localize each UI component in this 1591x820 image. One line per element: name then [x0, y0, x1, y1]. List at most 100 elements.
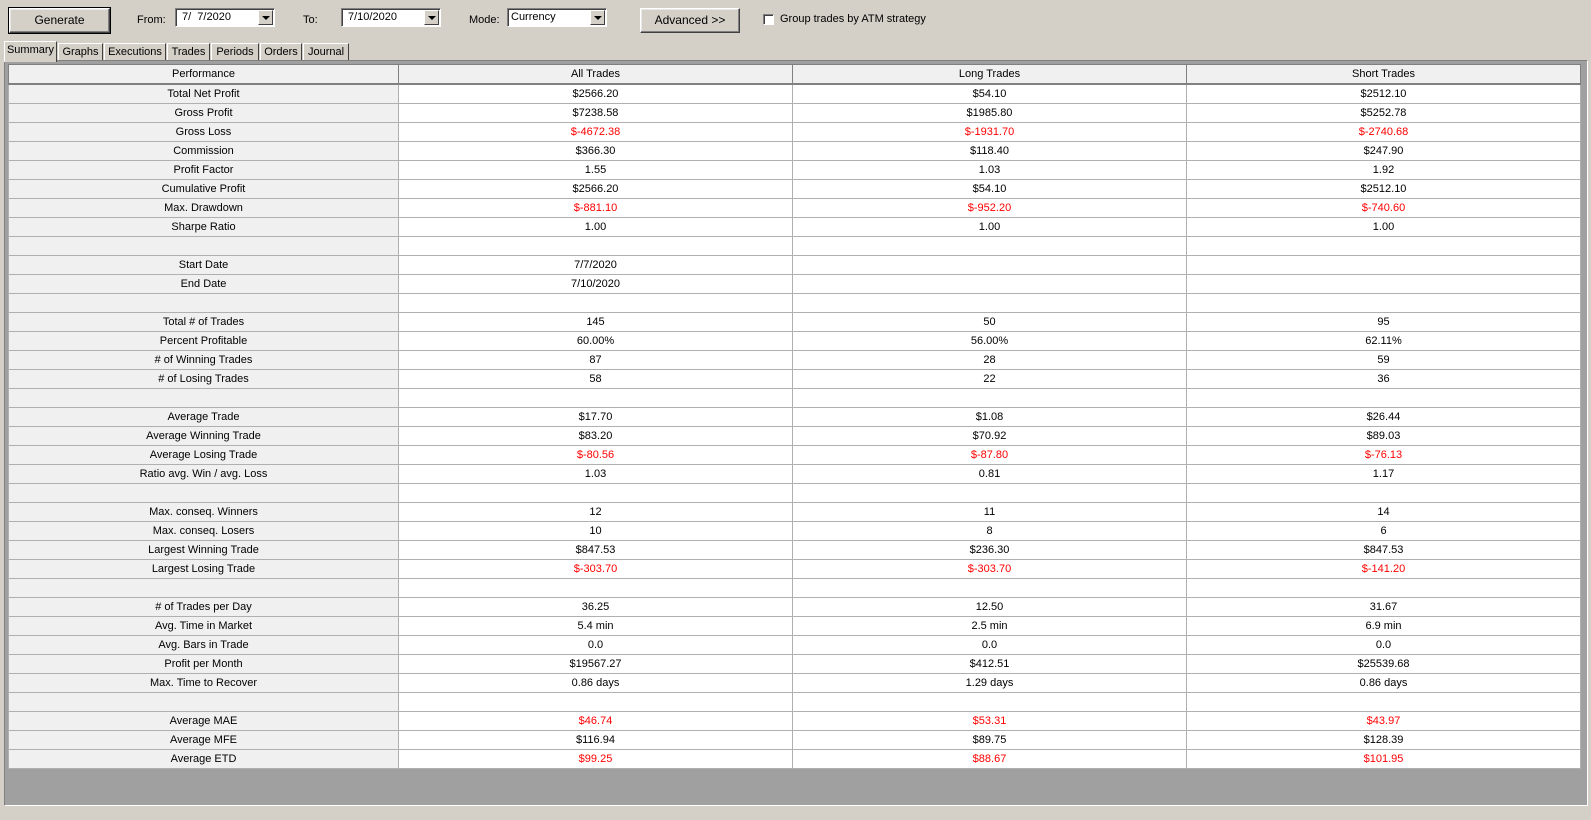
tab-periods[interactable]: Periods — [211, 43, 259, 61]
column-header-all-trades[interactable]: All Trades — [398, 64, 793, 85]
all-trades-cell — [398, 692, 793, 712]
tab-trades[interactable]: Trades — [167, 43, 210, 61]
long-trades-cell: 8 — [792, 521, 1187, 541]
long-trades-cell — [792, 274, 1187, 294]
to-date-picker[interactable]: 7/10/2020 — [341, 8, 441, 27]
short-trades-cell: $128.39 — [1186, 730, 1581, 750]
all-trades-cell: $83.20 — [398, 426, 793, 446]
long-trades-cell: $1985.80 — [792, 103, 1187, 123]
short-trades-cell: $26.44 — [1186, 407, 1581, 427]
row-label — [8, 388, 399, 408]
all-trades-cell: 10 — [398, 521, 793, 541]
to-dropdown-arrow-icon[interactable] — [424, 10, 439, 25]
long-trades-cell: $412.51 — [792, 654, 1187, 674]
table-row: Max. Time to Recover 0.86 days 1.29 days 0.… — [8, 673, 1581, 693]
table-body: Total Net Profit $2566.20 $54.10 $2512.10 Gr… — [8, 83, 1581, 769]
from-dropdown-arrow-icon[interactable] — [258, 10, 273, 25]
tab-journal[interactable]: Journal — [303, 43, 349, 61]
all-trades-cell: 0.0 — [398, 635, 793, 655]
table-row — [8, 578, 1581, 598]
row-label: # of Winning Trades — [8, 350, 399, 370]
short-trades-cell: $101.95 — [1186, 749, 1581, 769]
table-row: # of Losing Trades 58 22 36 — [8, 369, 1581, 389]
row-label: Largest Winning Trade — [8, 540, 399, 560]
short-trades-cell: 1.00 — [1186, 217, 1581, 237]
row-label: Max. conseq. Losers — [8, 521, 399, 541]
short-trades-cell: 31.67 — [1186, 597, 1581, 617]
short-trades-cell: $247.90 — [1186, 141, 1581, 161]
column-header-performance[interactable]: Performance — [8, 64, 399, 85]
long-trades-cell — [792, 692, 1187, 712]
long-trades-cell: $54.10 — [792, 83, 1187, 104]
tab-executions[interactable]: Executions — [104, 43, 166, 61]
row-label: Average MAE — [8, 711, 399, 731]
table-row: Cumulative Profit $2566.20 $54.10 $2512.10 — [8, 179, 1581, 199]
short-trades-cell: $847.53 — [1186, 540, 1581, 560]
from-date-picker[interactable]: 7/ 7/2020 — [175, 8, 275, 27]
row-label: Max. Drawdown — [8, 198, 399, 218]
row-label: Max. conseq. Winners — [8, 502, 399, 522]
tab-orders[interactable]: Orders — [260, 43, 302, 61]
all-trades-cell: 58 — [398, 369, 793, 389]
row-label: Gross Profit — [8, 103, 399, 123]
short-trades-cell: 36 — [1186, 369, 1581, 389]
short-trades-cell — [1186, 692, 1581, 712]
row-label — [8, 236, 399, 256]
column-header-long-trades[interactable]: Long Trades — [792, 64, 1187, 85]
tab-graphs[interactable]: Graphs — [58, 43, 103, 61]
short-trades-cell: 0.0 — [1186, 635, 1581, 655]
to-label: To: — [303, 14, 318, 26]
row-label — [8, 578, 399, 598]
row-label: Gross Loss — [8, 122, 399, 142]
long-trades-cell: $-303.70 — [792, 559, 1187, 579]
mode-select[interactable]: Currency — [507, 8, 607, 27]
row-label: Ratio avg. Win / avg. Loss — [8, 464, 399, 484]
long-trades-cell: 22 — [792, 369, 1187, 389]
mode-dropdown-arrow-icon[interactable] — [590, 10, 605, 25]
long-trades-cell: $53.31 — [792, 711, 1187, 731]
short-trades-cell — [1186, 236, 1581, 256]
table-row: # of Winning Trades 87 28 59 — [8, 350, 1581, 370]
row-label: Avg. Bars in Trade — [8, 635, 399, 655]
table-row: Total Net Profit $2566.20 $54.10 $2512.10 — [8, 83, 1581, 104]
performance-table: Performance All Trades Long Trades Short… — [8, 64, 1581, 769]
all-trades-cell: $116.94 — [398, 730, 793, 750]
advanced-button[interactable]: Advanced >> — [640, 8, 740, 33]
long-trades-cell: 56.00% — [792, 331, 1187, 351]
row-label: Start Date — [8, 255, 399, 275]
long-trades-cell: 28 — [792, 350, 1187, 370]
short-trades-cell: 1.17 — [1186, 464, 1581, 484]
short-trades-cell: $2512.10 — [1186, 179, 1581, 199]
row-label: Average MFE — [8, 730, 399, 750]
long-trades-cell — [792, 236, 1187, 256]
to-date-value: 7/10/2020 — [348, 11, 397, 23]
tab-summary[interactable]: Summary — [4, 41, 57, 62]
all-trades-cell: 0.86 days — [398, 673, 793, 693]
all-trades-cell: $17.70 — [398, 407, 793, 427]
long-trades-cell — [792, 388, 1187, 408]
all-trades-cell: 7/7/2020 — [398, 255, 793, 275]
long-trades-cell: 2.5 min — [792, 616, 1187, 636]
all-trades-cell: $46.74 — [398, 711, 793, 731]
all-trades-cell — [398, 293, 793, 313]
generate-button[interactable]: Generate — [8, 7, 111, 34]
row-label: Profit Factor — [8, 160, 399, 180]
group-trades-checkbox[interactable] — [763, 14, 774, 25]
short-trades-cell: $-2740.68 — [1186, 122, 1581, 142]
row-label: Percent Profitable — [8, 331, 399, 351]
all-trades-cell: $-881.10 — [398, 198, 793, 218]
all-trades-cell: $2566.20 — [398, 179, 793, 199]
all-trades-cell: 1.03 — [398, 464, 793, 484]
short-trades-cell: $5252.78 — [1186, 103, 1581, 123]
long-trades-cell — [792, 578, 1187, 598]
column-header-short-trades[interactable]: Short Trades — [1186, 64, 1581, 85]
all-trades-cell — [398, 578, 793, 598]
short-trades-cell: $25539.68 — [1186, 654, 1581, 674]
row-label: Average ETD — [8, 749, 399, 769]
long-trades-cell: $-952.20 — [792, 198, 1187, 218]
table-row: Commission $366.30 $118.40 $247.90 — [8, 141, 1581, 161]
table-row: Profit Factor 1.55 1.03 1.92 — [8, 160, 1581, 180]
group-trades-label[interactable]: Group trades by ATM strategy — [780, 13, 926, 25]
all-trades-cell — [398, 236, 793, 256]
table-row: Max. Drawdown $-881.10 $-952.20 $-740.60 — [8, 198, 1581, 218]
